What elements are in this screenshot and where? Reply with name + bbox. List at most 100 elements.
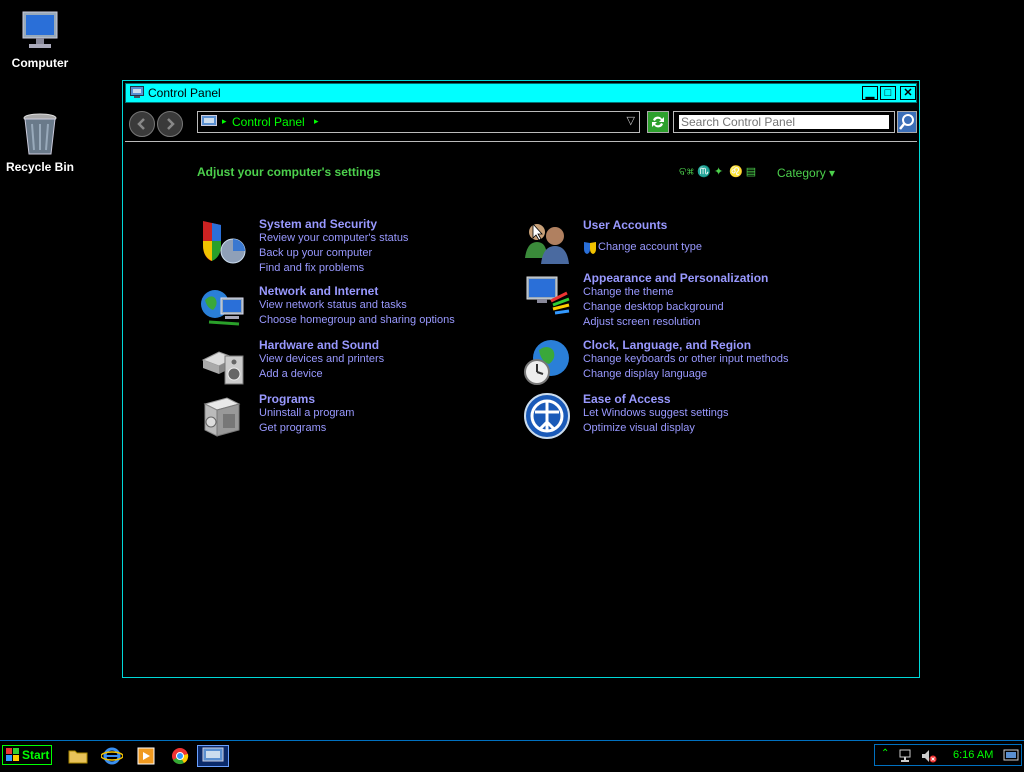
category-link[interactable]: Adjust screen resolution xyxy=(583,316,700,328)
clock[interactable]: 6:16 AM xyxy=(953,749,993,761)
windows-logo-icon xyxy=(6,748,19,761)
uac-shield-icon xyxy=(584,242,596,254)
breadcrumb-chevron-icon[interactable]: ▸ xyxy=(314,116,319,127)
chrome-icon xyxy=(172,748,189,765)
category-clock-language-region: Clock, Language, and Region Change keybo… xyxy=(523,338,853,386)
category-link[interactable]: Change keyboards or other input methods xyxy=(583,353,788,365)
category-network-internet: Network and Internet View network status… xyxy=(199,284,519,332)
category-title[interactable]: User Accounts xyxy=(583,218,667,232)
breadcrumb-arrow-icon[interactable]: ▸ xyxy=(222,116,227,127)
volume-muted-icon[interactable] xyxy=(921,749,937,763)
navigation-toolbar: ▸ Control Panel ▸ ▽ xyxy=(127,109,917,139)
show-desktop-icon[interactable] xyxy=(1003,749,1019,763)
category-link[interactable]: View network status and tasks xyxy=(259,299,407,311)
show-hidden-icons-icon[interactable]: ⌃ xyxy=(881,748,889,759)
close-button[interactable]: ✕ xyxy=(900,86,916,100)
recycle-bin-icon xyxy=(23,113,57,155)
category-link[interactable]: Let Windows suggest settings xyxy=(583,407,729,419)
clock-globe-icon xyxy=(524,340,569,385)
category-link[interactable]: Change desktop background xyxy=(583,301,724,313)
address-bar[interactable]: ▸ Control Panel ▸ ▽ xyxy=(197,111,640,133)
arrow-left-icon xyxy=(137,118,145,130)
category-title[interactable]: Ease of Access xyxy=(583,392,671,406)
network-globe-icon xyxy=(201,290,244,326)
taskbar-explorer[interactable] xyxy=(64,745,92,767)
control-panel-icon xyxy=(130,86,144,98)
desktop-icon-recycle-bin[interactable]: Recycle Bin xyxy=(0,112,80,174)
page-heading: Adjust your computer's settings xyxy=(197,165,381,179)
category-title[interactable]: Programs xyxy=(259,392,315,406)
back-button[interactable] xyxy=(129,111,155,137)
address-dropdown-icon[interactable]: ▽ xyxy=(627,114,635,127)
category-link[interactable]: View devices and printers xyxy=(259,353,384,365)
category-link[interactable]: Change the theme xyxy=(583,286,674,298)
taskbar-chrome[interactable] xyxy=(166,745,194,767)
view-by-dropdown[interactable]: Category ▾ xyxy=(777,166,835,180)
programs-box-icon xyxy=(203,397,241,437)
category-link[interactable]: Change account type xyxy=(598,241,702,253)
category-link[interactable]: Choose homegroup and sharing options xyxy=(259,314,455,326)
internet-explorer-icon xyxy=(100,747,124,765)
desktop-icon-label: Recycle Bin xyxy=(5,160,75,174)
category-link[interactable]: Get programs xyxy=(259,422,326,434)
folder-icon xyxy=(68,750,88,764)
category-link[interactable]: Back up your computer xyxy=(259,247,372,259)
view-by-label: ବ⌘ ♏ ✦ xyxy=(679,166,724,178)
taskbar-media-player[interactable] xyxy=(132,745,160,767)
system-tray: ⌃ 6:16 AM xyxy=(874,744,1022,766)
search-icon xyxy=(899,114,914,130)
category-title[interactable]: Hardware and Sound xyxy=(259,338,379,352)
category-hardware-sound: Hardware and Sound View devices and prin… xyxy=(199,338,519,386)
maximize-button[interactable]: □ xyxy=(880,86,896,100)
search-box xyxy=(673,111,895,133)
view-by-value: Category xyxy=(777,166,826,180)
category-appearance-personalization: Appearance and Personalization Change th… xyxy=(523,271,853,331)
taskbar-internet-explorer[interactable] xyxy=(98,745,126,767)
arrow-right-icon xyxy=(167,118,175,130)
monitor-palette-icon xyxy=(526,276,570,315)
control-panel-window: Control Panel ▁ □ ✕ ▸ Control Panel ▸ ▽ xyxy=(122,80,920,678)
window-title: Control Panel xyxy=(148,86,221,100)
category-link[interactable]: Find and fix problems xyxy=(259,262,364,274)
refresh-icon xyxy=(652,116,664,128)
start-label: Start xyxy=(22,748,50,762)
category-title[interactable]: Clock, Language, and Region xyxy=(583,338,751,352)
control-panel-icon xyxy=(202,747,224,762)
category-system-security: System and Security Review your computer… xyxy=(199,217,519,277)
shield-icon xyxy=(203,221,246,264)
close-icon: ✕ xyxy=(903,87,913,99)
title-bar[interactable]: Control Panel ▁ □ ✕ xyxy=(125,83,917,103)
category-link[interactable]: Review your computer's status xyxy=(259,232,408,244)
users-icon xyxy=(525,222,569,264)
start-button[interactable]: Start xyxy=(2,745,52,765)
category-title[interactable]: Appearance and Personalization xyxy=(583,271,768,285)
category-link[interactable]: Add a device xyxy=(259,368,323,380)
category-title[interactable]: System and Security xyxy=(259,217,377,231)
taskbar-control-panel[interactable] xyxy=(197,745,229,767)
chevron-down-icon: ▾ xyxy=(829,166,836,180)
breadcrumb-control-panel[interactable]: Control Panel xyxy=(232,115,305,129)
computer-icon xyxy=(22,11,58,48)
minimize-button[interactable]: ▁ xyxy=(862,86,878,100)
desktop-icon-computer[interactable]: Computer xyxy=(0,10,80,70)
category-link[interactable]: Change display language xyxy=(583,368,707,380)
minimize-icon: ▁ xyxy=(865,87,875,99)
taskbar: Start ⌃ 6:16 AM xyxy=(0,740,1024,769)
category-link[interactable]: Optimize visual display xyxy=(583,422,695,434)
search-input[interactable] xyxy=(678,114,890,130)
printer-speaker-icon xyxy=(201,351,244,385)
search-button[interactable] xyxy=(897,111,917,133)
view-by-label-2: ♌ ▤ xyxy=(729,166,757,178)
category-title[interactable]: Network and Internet xyxy=(259,284,378,298)
refresh-button[interactable] xyxy=(647,111,669,133)
desktop-icon-label: Computer xyxy=(11,56,69,70)
category-link[interactable]: Uninstall a program xyxy=(259,407,354,419)
maximize-icon: □ xyxy=(884,87,892,99)
toolbar-divider xyxy=(125,141,917,142)
media-player-icon xyxy=(137,747,155,765)
ease-of-access-icon xyxy=(524,393,570,439)
category-user-accounts: User Accounts Change account type xyxy=(523,218,853,266)
network-icon[interactable] xyxy=(899,749,915,763)
forward-button[interactable] xyxy=(157,111,183,137)
control-panel-icon xyxy=(201,115,217,126)
